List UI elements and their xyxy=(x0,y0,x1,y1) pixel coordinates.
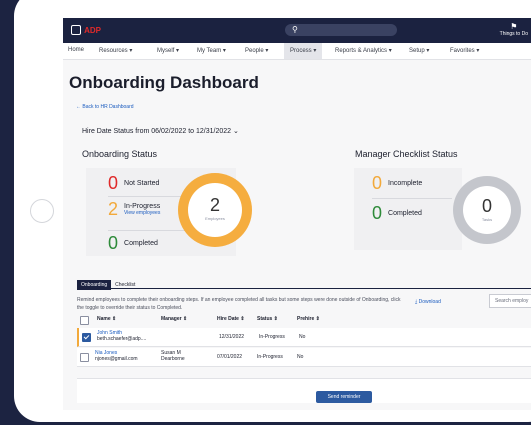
status-cell: In-Progress xyxy=(259,334,285,340)
col-name[interactable]: Name ⇕ xyxy=(97,316,116,322)
employee-name-cell: John Smith beth.schaefer@adp.... xyxy=(97,330,146,342)
col-prehire[interactable]: Prehire ⇕ xyxy=(297,316,320,322)
status-cell: In-Progress xyxy=(257,354,283,360)
main-menu: Home Resources ▾ Myself ▾ My Team ▾ Peop… xyxy=(63,43,531,60)
prehire-cell: No xyxy=(297,354,304,360)
menu-my-team[interactable]: My Team ▾ xyxy=(197,47,226,54)
table-header: Name ⇕ Manager ⇕ Hire Date ⇕ Status ⇕ Pr… xyxy=(77,316,531,326)
in-progress-count: 2 xyxy=(108,199,119,219)
menu-home[interactable]: Home xyxy=(68,47,84,53)
manager-checklist-title: Manager Checklist Status xyxy=(355,149,458,159)
row-checkbox[interactable] xyxy=(82,333,91,342)
menu-myself[interactable]: Myself ▾ xyxy=(157,47,179,54)
download-label: Download xyxy=(418,299,441,305)
checklist-completed-label: Completed xyxy=(388,209,422,217)
hire-date-cell: 07/01/2022 xyxy=(217,354,243,360)
onboarding-status-title: Onboarding Status xyxy=(82,149,158,159)
tasks-donut-center: 0 Tasks xyxy=(463,186,511,234)
app-screen: ADP ⚲ ⚑ Things to Do Home Resources ▾ My… xyxy=(63,18,531,410)
global-search[interactable]: ⚲ xyxy=(285,24,397,36)
divider xyxy=(372,198,452,199)
in-progress-row: 2 In-Progress View employees xyxy=(108,200,160,218)
tasks-donut-caption: Tasks xyxy=(481,217,493,222)
employee-email: njones@gmail.com xyxy=(95,356,138,362)
employee-email: beth.schaefer@adp.... xyxy=(97,336,147,342)
select-all-checkbox[interactable] xyxy=(80,316,89,325)
menu-process[interactable]: Process ▾ xyxy=(284,43,323,59)
adp-logo[interactable]: ADP xyxy=(71,24,101,36)
remind-instructions: Remind employees to complete their onboa… xyxy=(77,297,401,311)
completed-label: Completed xyxy=(124,239,158,247)
menu-favorites[interactable]: Favorites ▾ xyxy=(450,47,479,54)
incomplete-row: 0 Incomplete xyxy=(372,174,422,192)
download-button[interactable]: ⤓ Download xyxy=(415,299,441,305)
menu-reports[interactable]: Reports & Analytics ▾ xyxy=(335,47,392,54)
incomplete-label: Incomplete xyxy=(388,179,423,187)
menu-people[interactable]: People ▾ xyxy=(245,47,268,54)
completed-row: 0 Completed xyxy=(108,234,158,252)
search-employees-input[interactable]: Search employ xyxy=(489,294,531,308)
send-reminder-button[interactable]: Send reminder xyxy=(316,391,372,403)
prehire-cell: No xyxy=(299,334,306,340)
incomplete-count: 0 xyxy=(372,173,383,193)
not-started-row: 0 Not Started xyxy=(108,174,159,192)
manager-cell: Susan M Dearborne xyxy=(161,350,185,362)
employee-name-cell: Nia Jones njones@gmail.com xyxy=(95,350,138,362)
not-started-label: Not Started xyxy=(124,179,160,187)
view-employees-link[interactable]: View employees xyxy=(124,210,160,216)
tasks-donut: 0 Tasks xyxy=(453,176,521,244)
col-hire-date[interactable]: Hire Date ⇕ xyxy=(217,316,245,322)
download-icon: ⤓ xyxy=(415,299,418,305)
tab-underline xyxy=(77,288,531,289)
top-bar: ADP ⚲ ⚑ Things to Do xyxy=(63,18,531,43)
col-status[interactable]: Status ⇕ xyxy=(257,316,278,322)
table-row[interactable]: John Smith beth.schaefer@adp.... 12/31/2… xyxy=(77,328,531,347)
hire-date-filter[interactable]: Hire Date Status from 06/02/2022 to 12/3… xyxy=(82,127,239,135)
menu-setup[interactable]: Setup ▾ xyxy=(409,47,429,54)
manager-checklist-panel: 0 Incomplete 0 Completed xyxy=(354,168,462,250)
row-checkbox[interactable] xyxy=(80,353,89,362)
table-row[interactable]: Nia Jones njones@gmail.com Susan M Dearb… xyxy=(77,348,531,367)
tablet-home-button[interactable] xyxy=(30,199,54,223)
back-to-hr-link[interactable]: ← Back to HR Dashboard xyxy=(76,104,134,110)
employees-donut-value: 2 xyxy=(209,195,220,215)
not-started-count: 0 xyxy=(108,173,119,193)
tasks-donut-value: 0 xyxy=(481,196,492,216)
employees-donut-center: 2 Employees xyxy=(188,183,242,237)
flag-icon: ⚑ xyxy=(510,22,518,31)
in-progress-block: In-Progress View employees xyxy=(124,203,160,216)
checklist-completed-count: 0 xyxy=(372,203,383,223)
checklist-completed-row: 0 Completed xyxy=(372,204,422,222)
logo-text: ADP xyxy=(84,25,101,35)
menu-resources[interactable]: Resources ▾ xyxy=(99,47,132,54)
completed-count: 0 xyxy=(108,233,119,253)
col-manager[interactable]: Manager ⇕ xyxy=(161,316,187,322)
table-footer xyxy=(77,378,531,403)
things-to-do-label: Things to Do xyxy=(499,31,528,37)
page-title: Onboarding Dashboard xyxy=(69,73,259,92)
things-to-do-button[interactable]: ⚑ Things to Do xyxy=(500,22,528,37)
logo-icon xyxy=(71,25,82,35)
in-progress-label: In-Progress xyxy=(124,202,161,210)
employees-donut: 2 Employees xyxy=(178,173,252,247)
hire-date-cell: 12/31/2022 xyxy=(219,334,245,340)
employees-donut-caption: Employees xyxy=(205,216,225,221)
search-icon: ⚲ xyxy=(292,25,298,34)
